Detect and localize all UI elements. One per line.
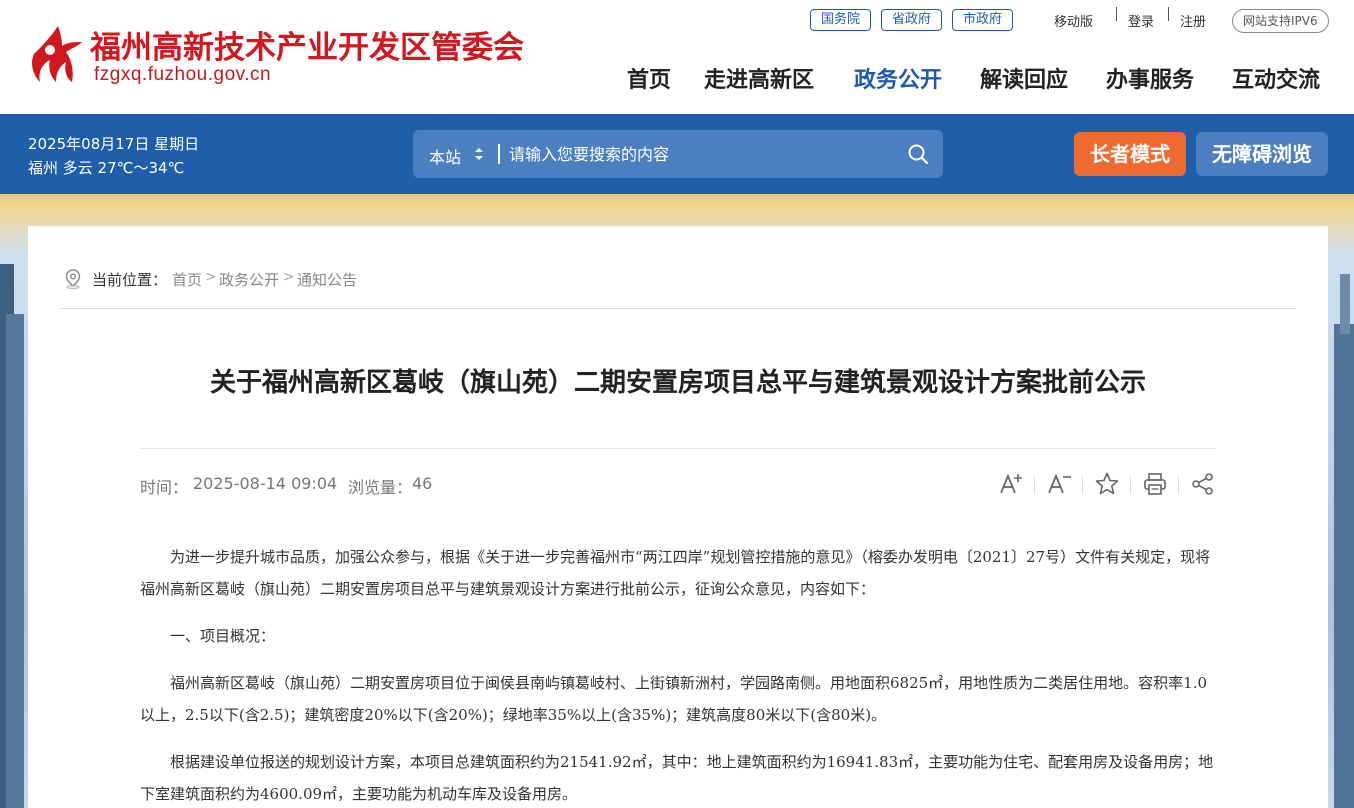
register-link[interactable]: 注册 xyxy=(1180,11,1206,30)
font-decrease-icon[interactable] xyxy=(1046,471,1072,497)
breadcrumb-home[interactable]: 首页 xyxy=(172,269,202,290)
nav-interaction[interactable]: 互动交流 xyxy=(1232,62,1320,94)
gov-link-city[interactable]: 市政府 xyxy=(952,9,1014,31)
search-icon[interactable] xyxy=(907,143,929,165)
current-date: 2025年08月17日 星期日 xyxy=(28,135,200,153)
views-label: 浏览量： xyxy=(348,478,413,497)
toolbar-divider xyxy=(1178,476,1179,494)
breadcrumb-label: 当前位置： xyxy=(92,271,168,289)
publish-time-label: 时间： xyxy=(140,478,189,497)
elder-mode-button[interactable]: 长者模式 xyxy=(1074,132,1186,176)
search-divider xyxy=(498,144,500,164)
breadcrumb-divider xyxy=(60,308,1296,309)
site-header: 福州高新技术产业开发区管委会 fzgxq.fuzhou.gov.cn 国务院 省… xyxy=(0,0,1354,114)
breadcrumb-notices[interactable]: 通知公告 xyxy=(297,269,357,290)
toolbar-divider xyxy=(1130,476,1131,494)
favorite-star-icon[interactable] xyxy=(1094,471,1120,497)
nav-interpretation[interactable]: 解读回应 xyxy=(980,62,1068,94)
nav-services[interactable]: 办事服务 xyxy=(1106,62,1194,94)
accessible-browse-button[interactable]: 无障碍浏览 xyxy=(1196,132,1328,176)
nav-about[interactable]: 走进高新区 xyxy=(704,62,814,94)
gov-links: 国务院 省政府 市政府 xyxy=(810,9,1014,31)
sort-arrows-icon[interactable] xyxy=(474,146,484,162)
search-box: 本站 xyxy=(413,130,943,178)
site-domain: fzgxq.fuzhou.gov.cn xyxy=(94,64,272,85)
site-title[interactable]: 福州高新技术产业开发区管委会 xyxy=(90,22,524,67)
article-paragraph: 福州高新区葛岐（旗山苑）二期安置房项目位于闽侯县南屿镇葛岐村、上街镇新洲村，学园… xyxy=(140,674,1208,724)
search-scope-select[interactable]: 本站 xyxy=(429,144,461,168)
nav-gov-affairs[interactable]: 政务公开 xyxy=(854,62,942,94)
views-count: 46 xyxy=(412,474,433,493)
mobile-version-link[interactable]: 移动版 xyxy=(1054,11,1093,30)
breadcrumb-separator: > xyxy=(205,269,217,285)
weather-info: 福州 多云 27℃～34℃ xyxy=(28,159,185,177)
article-title: 关于福州高新区葛岐（旗山苑）二期安置房项目总平与建筑景观设计方案批前公示 xyxy=(209,368,1146,398)
gov-link-state-council[interactable]: 国务院 xyxy=(810,9,872,31)
toolbar-divider xyxy=(1034,476,1035,494)
site-emblem-icon[interactable] xyxy=(28,24,84,86)
search-input[interactable] xyxy=(509,140,889,168)
share-icon[interactable] xyxy=(1190,471,1216,497)
breadcrumb-separator: > xyxy=(283,269,295,285)
article-card: 当前位置： 首页 > 政务公开 > 通知公告 关于福州高新区葛岐（旗山苑）二期安… xyxy=(28,226,1328,808)
publish-time: 2025-08-14 09:04 xyxy=(193,474,338,493)
article-paragraph: 一、项目概况： xyxy=(170,627,276,645)
toolbar-divider xyxy=(1082,476,1083,494)
title-divider xyxy=(140,448,1216,449)
top-divider xyxy=(1168,7,1169,21)
article-paragraph: 为进一步提升城市品质，加强公众参与，根据《关于进一步完善福州市“两江四岸”规划管… xyxy=(140,548,1211,598)
location-pin-icon xyxy=(65,269,81,289)
nav-home[interactable]: 首页 xyxy=(627,62,671,94)
top-divider xyxy=(1116,7,1117,21)
gov-link-province[interactable]: 省政府 xyxy=(881,9,943,31)
login-link[interactable]: 登录 xyxy=(1128,11,1154,30)
ipv6-badge: 网站支持IPV6 xyxy=(1232,9,1329,33)
breadcrumb-gov-affairs[interactable]: 政务公开 xyxy=(219,269,279,290)
print-icon[interactable] xyxy=(1142,471,1168,497)
font-increase-icon[interactable] xyxy=(998,471,1024,497)
article-paragraph: 根据建设单位报送的规划设计方案，本项目总建筑面积约为21541.92㎡，其中：地… xyxy=(140,753,1214,803)
